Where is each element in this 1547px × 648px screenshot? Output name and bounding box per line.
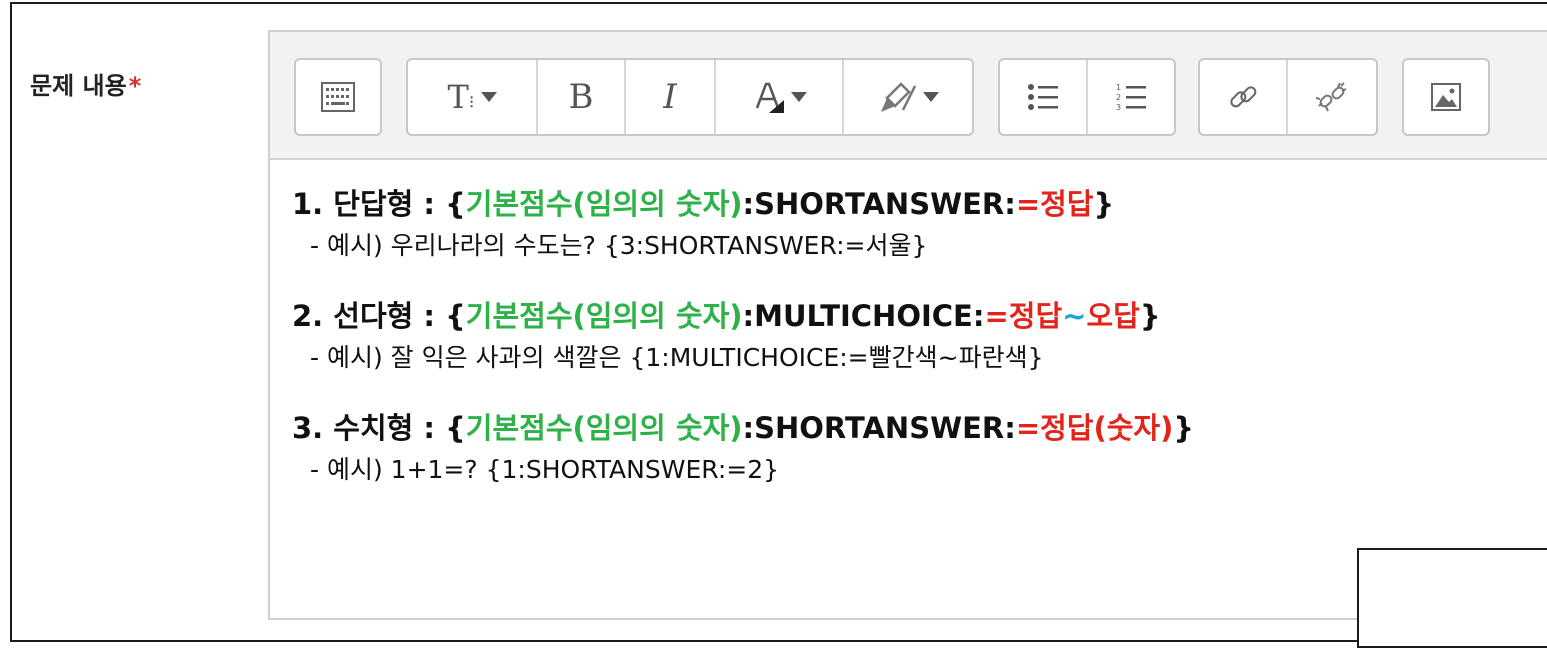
rule-text: 1. 단답형 : { — [292, 187, 466, 221]
toolbar-group-toggle — [294, 58, 382, 136]
font-size-button[interactable]: T⁝ — [408, 60, 538, 134]
field-label-text: 문제 내용 — [30, 72, 127, 100]
rule-answer-text: =정답 — [1015, 187, 1094, 221]
svg-text:3: 3 — [1116, 103, 1121, 112]
highlight-button[interactable] — [844, 60, 972, 134]
rule-text: } — [1139, 299, 1161, 333]
chevron-down-icon — [791, 92, 807, 102]
chevron-down-icon — [923, 92, 939, 102]
svg-text:2: 2 — [1116, 93, 1121, 102]
bold-icon: B — [568, 77, 594, 117]
toolbar-group-lists: 1 2 3 — [998, 58, 1176, 136]
numbered-list-icon: 1 2 3 — [1116, 83, 1146, 112]
example-line: - 예시) 우리나라의 수도는? {3:SHORTANSWER:=서울} — [310, 231, 928, 260]
rule-answer-text: =정답(숫자) — [1015, 411, 1174, 445]
font-color-icon — [755, 82, 784, 113]
toolbar-group-media — [1402, 58, 1490, 136]
bullet-list-icon — [1028, 84, 1058, 110]
chevron-down-icon — [480, 92, 497, 102]
editor-toolbar: T⁝ B I 1 2 3 — [270, 32, 1547, 160]
unlink-icon — [1316, 82, 1347, 112]
svg-text:1: 1 — [1116, 83, 1121, 92]
italic-icon: I — [663, 77, 677, 117]
rule-text: } — [1173, 411, 1194, 445]
overlay-box — [1357, 548, 1547, 648]
rule-line: 3. 수치형 : {기본점수(임의의 숫자):SHORTANSWER:=정답(숫… — [292, 406, 1194, 450]
rule-type-text: :SHORTANSWER: — [742, 187, 1016, 221]
rule-separator-text: ~ — [1062, 299, 1087, 333]
rule-answer-text: =정답 — [984, 299, 1063, 333]
rule-score-text: 기본점수(임의의 숫자) — [465, 411, 743, 445]
rule-text: 3. 수치형 : { — [292, 411, 466, 445]
toolbar-group-format: T⁝ B I — [406, 58, 974, 136]
unlink-button[interactable] — [1288, 60, 1376, 134]
rule-score-text: 기본점수(임의의 숫자) — [465, 187, 743, 221]
highlight-icon — [881, 82, 917, 112]
italic-button[interactable]: I — [626, 60, 716, 134]
link-icon — [1230, 86, 1257, 108]
rule-score-text: 기본점수(임의의 숫자) — [465, 299, 743, 333]
toolbar-group-links — [1198, 58, 1378, 136]
toolbar-toggle-button[interactable] — [296, 60, 380, 134]
rule-text: 2. 선다형 : { — [292, 299, 466, 333]
rule-line: 1. 단답형 : {기본점수(임의의 숫자):SHORTANSWER:=정답} — [292, 182, 1194, 226]
numbered-list-button[interactable]: 1 2 3 — [1088, 60, 1174, 134]
image-button[interactable] — [1404, 60, 1488, 134]
editor-content[interactable]: 1. 단답형 : {기본점수(임의의 숫자):SHORTANSWER:=정답} … — [292, 182, 1194, 518]
image-icon — [1431, 83, 1461, 111]
rule-wrong-answer-text: 오답 — [1086, 299, 1140, 333]
rule-text: } — [1093, 187, 1115, 221]
example-line: - 예시) 1+1=? {1:SHORTANSWER:=2} — [310, 455, 780, 484]
rule-line: 2. 선다형 : {기본점수(임의의 숫자):MULTICHOICE:=정답~오… — [292, 294, 1194, 338]
bullet-list-button[interactable] — [1000, 60, 1088, 134]
field-label: 문제 내용* — [30, 66, 141, 101]
rule-type-text: :MULTICHOICE: — [742, 299, 985, 333]
bold-button[interactable]: B — [538, 60, 626, 134]
font-color-button[interactable] — [716, 60, 844, 134]
toolbar-toggle-icon — [321, 82, 355, 112]
link-button[interactable] — [1200, 60, 1288, 134]
required-mark: * — [128, 72, 142, 100]
rich-text-editor: T⁝ B I 1 2 3 1. 단답형: {기본점수(임의의 숫자):SHOR… — [268, 30, 1547, 620]
example-line: - 예시) 잘 익은 사과의 색깔은 {1:MULTICHOICE:=빨간색~파… — [310, 343, 1044, 372]
rule-type-text: :SHORTANSWER: — [742, 411, 1016, 445]
font-size-icon: T⁝ — [447, 78, 475, 116]
